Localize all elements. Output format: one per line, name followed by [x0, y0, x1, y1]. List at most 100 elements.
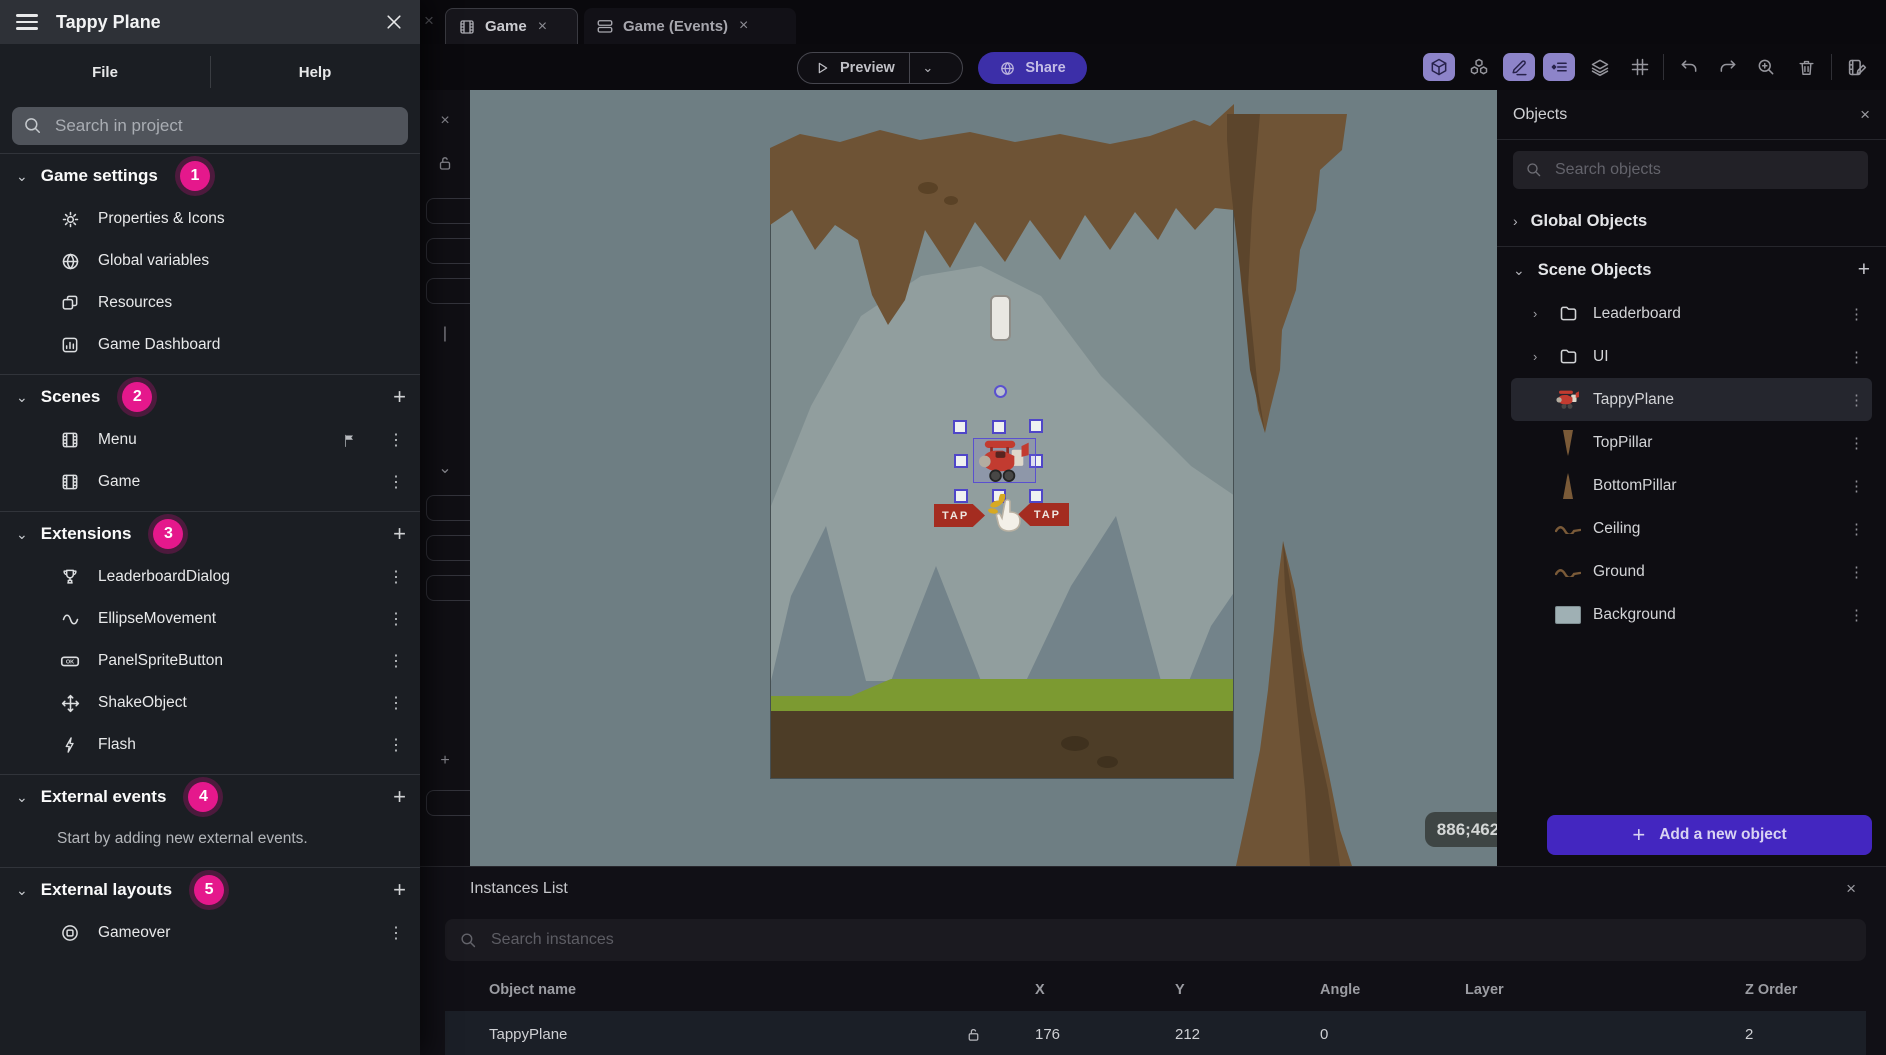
instances-panel-close-icon[interactable]: ×	[1846, 879, 1856, 899]
redo-button[interactable]	[1712, 53, 1744, 81]
item-flash[interactable]: Flash ⋮	[0, 724, 420, 766]
scene-objects-header[interactable]: ⌄ Scene Objects +	[1497, 251, 1886, 289]
column-angle[interactable]: Angle	[1320, 982, 1465, 998]
object-row-ground[interactable]: Ground ⋮	[1511, 550, 1872, 593]
section-game-settings[interactable]: ⌄ Game settings 1	[0, 154, 420, 198]
tab-game-events-close-icon[interactable]: ×	[739, 17, 748, 35]
resize-handle-bottom-left[interactable]	[954, 489, 968, 503]
kebab-menu-icon[interactable]: ⋮	[1849, 606, 1864, 624]
item-gameover[interactable]: Gameover ⋮	[0, 912, 420, 954]
section-extensions[interactable]: ⌄ Extensions 3 +	[0, 512, 420, 556]
kebab-menu-icon[interactable]: ⋮	[1849, 348, 1864, 366]
preview-dropdown-button[interactable]: ⌄	[910, 60, 946, 76]
item-properties-icons[interactable]: Properties & Icons	[0, 198, 420, 240]
item-leaderboarddialog[interactable]: LeaderboardDialog ⋮	[0, 556, 420, 598]
undo-button[interactable]	[1673, 53, 1705, 81]
tab-game-events[interactable]: Game (Events) ×	[584, 8, 796, 44]
add-external-event-icon[interactable]: +	[393, 784, 406, 810]
preview-button[interactable]: Preview	[798, 53, 909, 83]
tab-game[interactable]: Game ×	[445, 8, 578, 44]
kebab-menu-icon[interactable]: ⋮	[388, 735, 404, 755]
grid-button[interactable]	[1624, 53, 1656, 81]
item-global-variables[interactable]: Global variables	[0, 240, 420, 282]
resize-handle-top-left[interactable]	[953, 420, 967, 434]
object-row-tappyplane[interactable]: TappyPlane ⋮	[1511, 378, 1872, 421]
add-scene-icon[interactable]: +	[393, 384, 406, 410]
hamburger-menu-icon[interactable]	[16, 14, 38, 30]
column-x[interactable]: X	[1035, 982, 1175, 998]
kebab-menu-icon[interactable]: ⋮	[388, 923, 404, 943]
column-z-order[interactable]: Z Order	[1745, 982, 1866, 998]
edit-events-button[interactable]	[1841, 53, 1873, 81]
unlock-icon[interactable]	[965, 1026, 1035, 1043]
menu-help[interactable]: Help	[210, 64, 420, 81]
share-button[interactable]: Share	[978, 52, 1087, 84]
lock-icon[interactable]	[420, 154, 470, 172]
properties-panel-button[interactable]	[1543, 53, 1575, 81]
section-scenes[interactable]: ⌄ Scenes 2 +	[0, 375, 420, 419]
edit-mode-button[interactable]	[1503, 53, 1535, 81]
objects-search-box[interactable]	[1513, 151, 1868, 189]
item-game-dashboard[interactable]: Game Dashboard	[0, 324, 420, 366]
add-extension-icon[interactable]: +	[393, 521, 406, 547]
instances-search-box[interactable]	[445, 919, 1866, 961]
resize-handle-top-right[interactable]	[1029, 419, 1043, 433]
item-resources[interactable]: Resources	[0, 282, 420, 324]
objects-search-input[interactable]	[1555, 161, 1856, 179]
chevron-down-icon[interactable]: ⌄	[420, 458, 470, 478]
delete-button[interactable]	[1790, 53, 1822, 81]
item-shakeobject[interactable]: ShakeObject ⋮	[0, 682, 420, 724]
column-y[interactable]: Y	[1175, 982, 1320, 998]
object-row-bottompillar[interactable]: BottomPillar ⋮	[1511, 464, 1872, 507]
objects-panel-close-icon[interactable]: ×	[1860, 105, 1870, 125]
object-row-toppillar[interactable]: TopPillar ⋮	[1511, 421, 1872, 464]
object-mode-button[interactable]	[1423, 53, 1455, 81]
kebab-menu-icon[interactable]: ⋮	[388, 609, 404, 629]
kebab-menu-icon[interactable]: ⋮	[1849, 563, 1864, 581]
add-external-layout-icon[interactable]: +	[393, 877, 406, 903]
resize-handle-top-center[interactable]	[992, 420, 1006, 434]
object-row-background[interactable]: Background ⋮	[1511, 593, 1872, 636]
instances-search-input[interactable]	[491, 931, 1852, 949]
add-new-object-button[interactable]: + Add a new object	[1547, 815, 1872, 855]
kebab-menu-icon[interactable]: ⋮	[388, 567, 404, 587]
kebab-menu-icon[interactable]: ⋮	[388, 472, 404, 492]
layers-panel-button[interactable]	[1584, 53, 1616, 81]
item-ellipsemovement[interactable]: EllipseMovement ⋮	[0, 598, 420, 640]
tap-hand-object[interactable]	[988, 494, 1024, 536]
rotate-handle[interactable]	[994, 385, 1007, 398]
section-external-layouts[interactable]: ⌄ External layouts 5 +	[0, 868, 420, 912]
selected-plane-instance[interactable]	[973, 438, 1036, 483]
item-panelspritebutton[interactable]: OK PanelSpriteButton ⋮	[0, 640, 420, 682]
hidden-tab-close-icon[interactable]: ×	[424, 11, 434, 31]
kebab-menu-icon[interactable]: ⋮	[388, 693, 404, 713]
column-object-name[interactable]: Object name	[445, 982, 965, 998]
kebab-menu-icon[interactable]: ⋮	[1849, 434, 1864, 452]
zoom-button[interactable]	[1750, 53, 1782, 81]
kebab-menu-icon[interactable]: ⋮	[1849, 305, 1864, 323]
item-scene-game[interactable]: Game ⋮	[0, 461, 420, 503]
resize-handle-mid-left[interactable]	[954, 454, 968, 468]
ui-pill-object[interactable]	[990, 295, 1011, 341]
kebab-menu-icon[interactable]: ⋮	[388, 430, 404, 450]
item-scene-menu[interactable]: Menu ⋮	[0, 419, 420, 461]
resize-handle-bottom-right[interactable]	[1029, 489, 1043, 503]
add-icon[interactable]: +	[420, 752, 470, 770]
global-objects-header[interactable]: › Global Objects	[1497, 202, 1886, 240]
kebab-menu-icon[interactable]: ⋮	[1849, 391, 1864, 409]
object-row-ceiling[interactable]: Ceiling ⋮	[1511, 507, 1872, 550]
column-layer[interactable]: Layer	[1465, 982, 1745, 998]
menu-file[interactable]: File	[0, 64, 210, 81]
tab-game-close-icon[interactable]: ×	[538, 18, 547, 36]
instances-mode-button[interactable]	[1463, 53, 1495, 81]
panel-close-icon[interactable]: ×	[420, 112, 470, 130]
bottom-pillar-object[interactable]	[1236, 541, 1352, 866]
instance-row-tappyplane[interactable]: TappyPlane 176 212 0 2	[445, 1011, 1866, 1055]
section-external-events[interactable]: ⌄ External events 4 +	[0, 775, 420, 819]
project-search-box[interactable]	[12, 107, 408, 145]
scene-editor-canvas[interactable]: TAP TAP 886;462	[470, 90, 1497, 866]
kebab-menu-icon[interactable]: ⋮	[1849, 477, 1864, 495]
project-manager-close-icon[interactable]	[384, 12, 404, 32]
project-search-input[interactable]	[55, 116, 397, 136]
add-object-icon[interactable]: +	[1858, 258, 1870, 282]
